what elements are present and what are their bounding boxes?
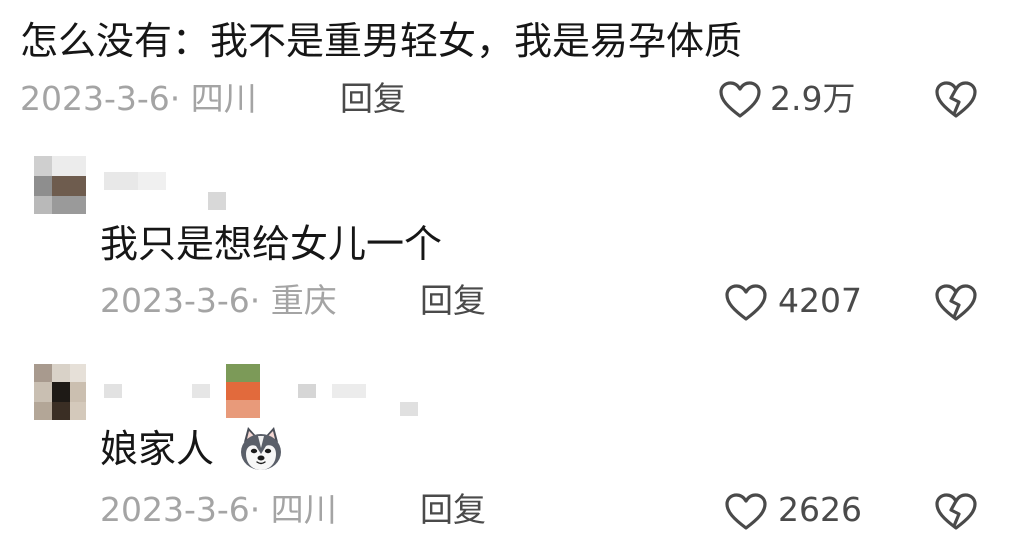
heart-outline-icon[interactable] [724, 492, 768, 532]
heart-outline-icon[interactable] [718, 80, 762, 120]
like-count: 4207 [778, 281, 862, 320]
heart-outline-icon[interactable] [724, 283, 768, 323]
reply-button[interactable]: 回复 [420, 281, 486, 321]
broken-heart-icon[interactable] [934, 283, 978, 323]
broken-heart-icon[interactable] [934, 492, 978, 532]
comment-text: 怎么没有：我不是重男轻女，我是易孕体质 [20, 19, 743, 63]
comment-meta: 2023-3-6· 四川 [20, 79, 257, 118]
broken-heart-icon[interactable] [934, 80, 978, 120]
comment-text: 我只是想给女儿一个 [100, 222, 443, 266]
avatar[interactable] [34, 156, 86, 214]
like-count: 2.9万 [770, 79, 856, 118]
comment-text: 娘家人 [100, 427, 215, 471]
avatar[interactable] [34, 364, 86, 420]
username-pixelated[interactable] [104, 172, 234, 212]
husky-dog-emoji-icon [236, 424, 286, 474]
reply-button[interactable]: 回复 [340, 79, 406, 119]
comment-meta: 2023-3-6· 重庆 [100, 281, 337, 320]
comment-meta: 2023-3-6· 四川 [100, 490, 337, 529]
username-pixelated[interactable] [104, 364, 464, 418]
like-count: 2626 [778, 490, 862, 529]
reply-button[interactable]: 回复 [420, 490, 486, 530]
